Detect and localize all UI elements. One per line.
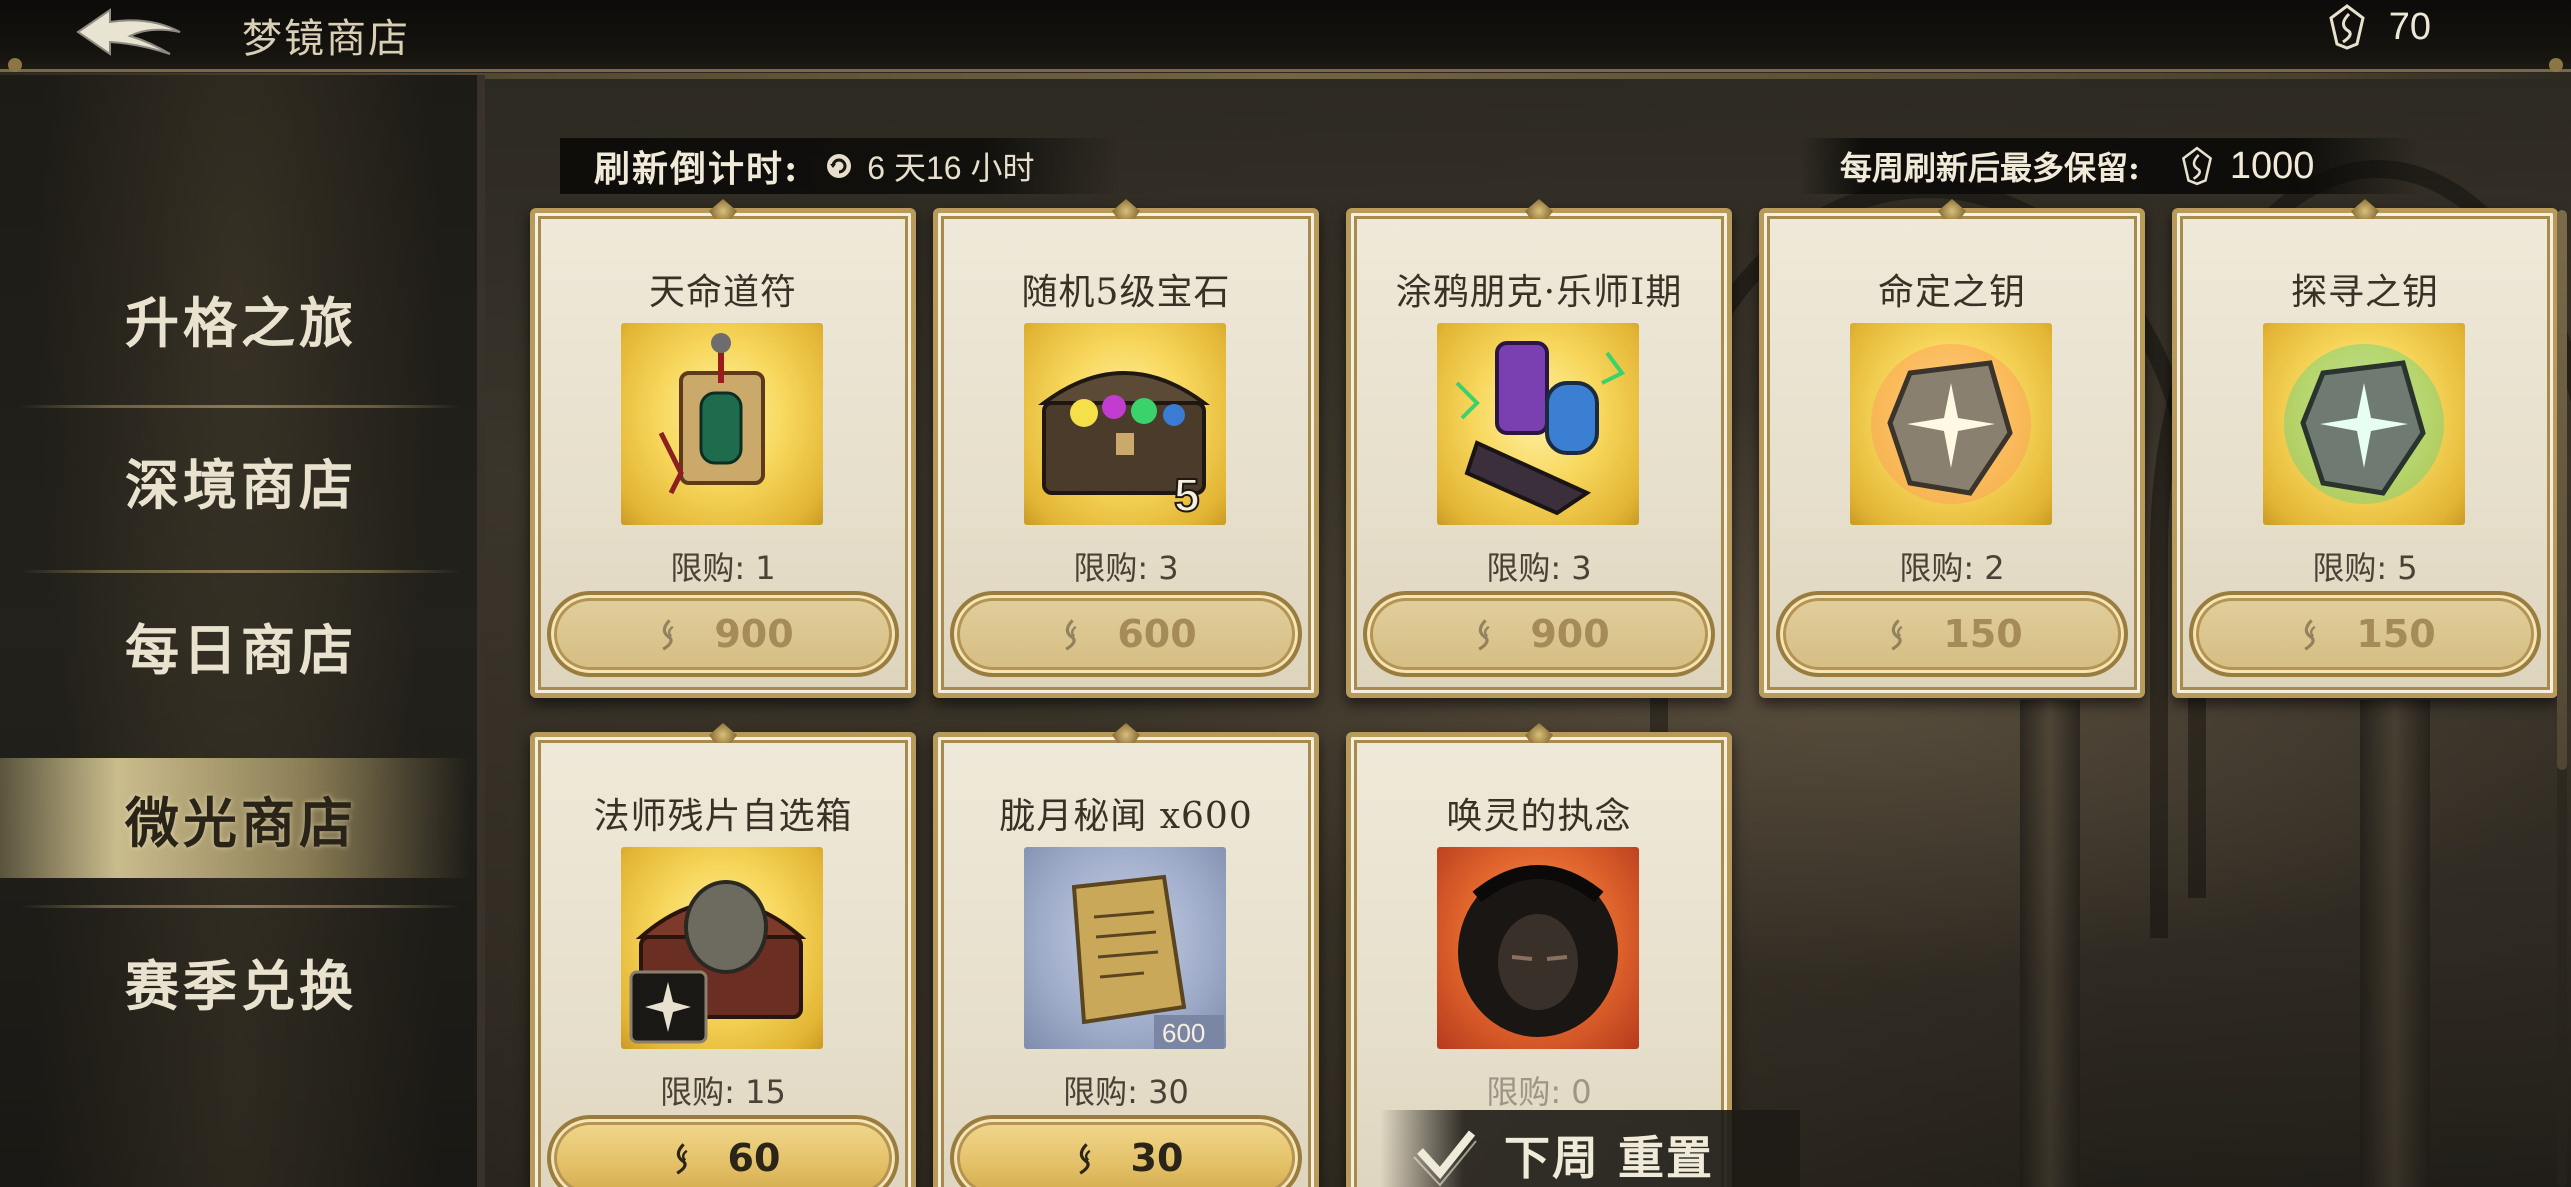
glimmer-currency-icon xyxy=(1065,619,1077,651)
price-value: 150 xyxy=(1943,612,2023,656)
scroll-thumb[interactable] xyxy=(2557,210,2567,770)
fate-key-stone-icon xyxy=(1850,323,2052,525)
background-pillar xyxy=(2360,700,2430,1187)
item-name: 胧月秘闻 x600 xyxy=(999,796,1253,837)
item-name: 天命道符 xyxy=(648,272,797,313)
seek-key-stone-icon xyxy=(2263,323,2465,525)
gem-level-badge: 5 xyxy=(1174,469,1200,521)
background-pillar xyxy=(2020,700,2080,1187)
item-name: 探寻之钥 xyxy=(2290,272,2439,313)
buy-button[interactable]: 900 xyxy=(1363,591,1715,677)
sidebar-item-ascension[interactable]: 升格之旅 xyxy=(0,258,470,378)
quantity-badge: 600 xyxy=(1162,1018,1205,1048)
shop-item-card[interactable]: 命定之钥 限购: 2 150 xyxy=(1759,208,2145,698)
refresh-label: 刷新倒计时: xyxy=(594,148,800,190)
shop-item-card[interactable]: 探寻之钥 限购: 5 150 xyxy=(2172,208,2558,698)
refresh-icon xyxy=(827,154,852,178)
shop-screen: 梦镜商店 70 升格之旅 深境商店 每日商店 微光商店 赛季兑换 刷新倒计时: … xyxy=(0,0,2571,1187)
purchase-limit: 限购: 3 xyxy=(1073,549,1179,587)
glimmer-currency-icon xyxy=(1891,619,1903,651)
shop-item-card[interactable]: 法师残片自选箱 限购: 15 60 xyxy=(530,732,916,1187)
sidebar-divider xyxy=(20,405,460,408)
shop-item-card[interactable]: 胧月秘闻 x600 600 限购: 30 30 xyxy=(933,732,1319,1187)
item-name: 唤灵的执念 xyxy=(1446,796,1632,837)
buy-button[interactable]: 150 xyxy=(2189,591,2541,677)
gem-chest-icon: 5 xyxy=(1024,323,1226,525)
corner-ornament xyxy=(8,58,22,72)
buy-button[interactable]: 30 xyxy=(950,1115,1302,1187)
currency-display: 70 xyxy=(2327,4,2431,50)
max-keep-value: 1000 xyxy=(2229,144,2315,187)
shop-item-card[interactable]: 涂鸦朋克·乐师I期 限购: 3 900 xyxy=(1346,208,1732,698)
sidebar-item-label: 深境商店 xyxy=(125,452,357,517)
buy-button[interactable]: 60 xyxy=(547,1115,899,1187)
glimmer-currency-icon xyxy=(2329,4,2365,50)
checkmark-icon xyxy=(1413,1130,1477,1187)
reset-text: 下周 重置 xyxy=(1504,1131,1715,1185)
back-button[interactable] xyxy=(70,2,190,62)
weekly-reset-banner: 下周 重置 xyxy=(1380,1110,1800,1187)
price-value: 60 xyxy=(727,1136,781,1180)
item-name: 命定之钥 xyxy=(1877,272,2026,313)
purchase-limit: 限购: 0 xyxy=(1486,1073,1592,1111)
shop-item-card[interactable]: 随机5级宝石 5 限购: 3 600 xyxy=(933,208,1319,698)
glimmer-currency-icon xyxy=(1078,1143,1091,1175)
item-name: 法师残片自选箱 xyxy=(593,796,853,837)
shop-item-card[interactable]: 天命道符 限购: 1 900 xyxy=(530,208,916,698)
price-value: 600 xyxy=(1117,612,1197,656)
purchase-limit: 限购: 3 xyxy=(1486,549,1592,587)
purchase-limit: 限购: 30 xyxy=(1063,1073,1189,1111)
sidebar-item-season-exchange[interactable]: 赛季兑换 xyxy=(0,921,470,1041)
glimmer-currency-icon xyxy=(675,1143,688,1175)
talisman-icon xyxy=(621,323,823,525)
sidebar-divider xyxy=(20,570,460,573)
glimmer-currency-icon xyxy=(1478,619,1490,651)
purchase-limit: 限购: 15 xyxy=(660,1073,786,1111)
price-value: 150 xyxy=(2356,612,2436,656)
back-arrow-icon xyxy=(76,8,181,56)
sidebar-item-abyss-shop[interactable]: 深境商店 xyxy=(0,420,470,540)
spirit-portrait-icon xyxy=(1437,847,1639,1049)
price-value: 30 xyxy=(1130,1136,1184,1180)
mage-shard-chest-icon xyxy=(621,847,823,1049)
sidebar-divider xyxy=(20,905,460,908)
sidebar: 升格之旅 深境商店 每日商店 微光商店 赛季兑换 xyxy=(0,75,485,1187)
scroll-parchment-icon: 600 xyxy=(1024,847,1226,1049)
sidebar-item-label: 微光商店 xyxy=(125,790,357,855)
currency-amount: 70 xyxy=(2388,5,2431,48)
item-name: 随机5级宝石 xyxy=(1021,272,1231,313)
purchase-limit: 限购: 5 xyxy=(2312,549,2418,587)
page-title: 梦镜商店 xyxy=(242,16,410,62)
purchase-limit: 限购: 2 xyxy=(1899,549,2005,587)
item-name: 涂鸦朋克·乐师I期 xyxy=(1395,272,1683,313)
scrollbar[interactable] xyxy=(2557,210,2567,1187)
glimmer-currency-icon xyxy=(2181,146,2212,186)
sidebar-item-label: 每日商店 xyxy=(125,617,357,682)
purchase-limit: 限购: 1 xyxy=(670,549,776,587)
corner-ornament xyxy=(2549,58,2563,72)
refresh-time: 6 天16 小时 xyxy=(867,150,1035,186)
refresh-countdown: 刷新倒计时: 6 天16 小时 xyxy=(560,138,1120,194)
max-keep-info: 每周刷新后最多保留: 1000 xyxy=(1800,138,2420,194)
graffiti-gauntlet-icon xyxy=(1437,323,1639,525)
buy-button[interactable]: 600 xyxy=(950,591,1302,677)
max-keep-label: 每周刷新后最多保留: xyxy=(1840,149,2140,187)
top-bar: 梦镜商店 70 xyxy=(0,0,2571,79)
glimmer-currency-icon xyxy=(662,619,674,651)
buy-button[interactable]: 150 xyxy=(1776,591,2128,677)
glimmer-currency-icon xyxy=(2304,619,2316,651)
sidebar-item-glimmer-shop[interactable]: 微光商店 xyxy=(0,758,470,878)
sidebar-item-label: 赛季兑换 xyxy=(125,953,357,1018)
buy-button[interactable]: 900 xyxy=(547,591,899,677)
price-value: 900 xyxy=(714,612,794,656)
sidebar-item-label: 升格之旅 xyxy=(125,290,357,355)
sidebar-item-daily-shop[interactable]: 每日商店 xyxy=(0,585,470,705)
price-value: 900 xyxy=(1530,612,1610,656)
